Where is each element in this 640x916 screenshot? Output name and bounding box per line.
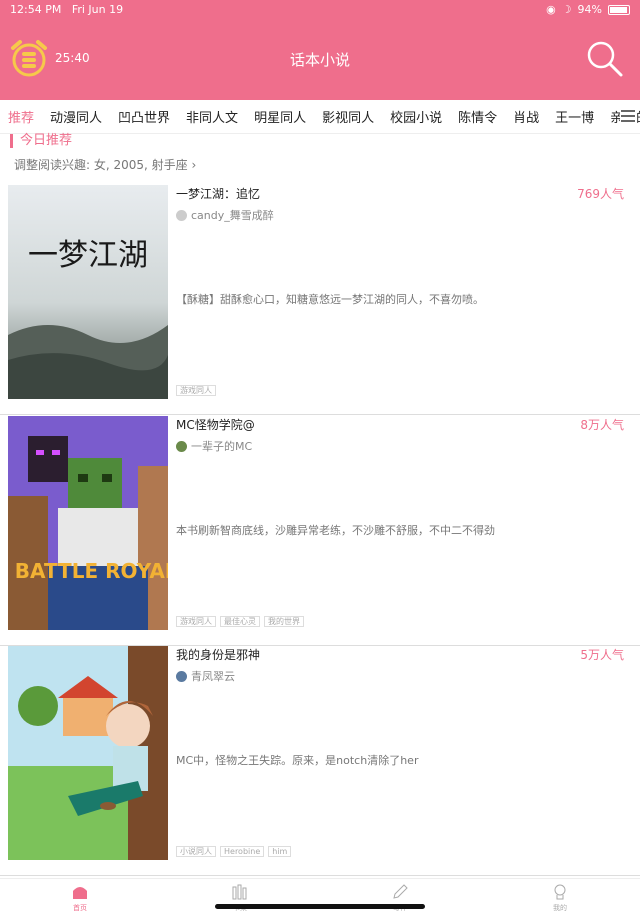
author-row[interactable]: candy_舞雪成醉 [176,207,274,223]
author-row[interactable]: 青凤翠云 [176,668,235,684]
author-name: candy_舞雪成醉 [191,209,274,222]
author-row[interactable]: 一辈子的MC [176,438,252,454]
moon-icon: ☽ [561,3,572,16]
tab-recommend[interactable]: 推荐 [0,107,42,126]
popularity-count: 769人气 [577,187,624,201]
book-card[interactable]: 我的身份是邪神 5万人气 青凤翠云 MC中，怪物之王失踪。原来，是notch清除… [0,646,640,876]
tag[interactable]: Herobine [220,846,265,857]
book-title: 我的身份是邪神 [176,648,261,662]
nav-home[interactable]: 首页 [50,883,110,913]
tag-list: 小说同人 Herobine him [176,846,292,857]
section-title: 今日推荐 [10,134,72,148]
author-avatar [176,209,187,221]
tab-aotu-world[interactable]: 凹凸世界 [110,107,178,126]
cover-title-text: BATTLE ROYALE [15,559,168,583]
popularity-count: 5万人气 [580,648,624,662]
home-indicator [215,904,425,909]
book-card[interactable]: 一梦江湖 一梦江湖：追忆 769人气 candy_舞雪成醉 【酥糖】甜酥愈心口，… [0,185,640,415]
book-title: MC怪物学院@ [176,418,255,432]
battery-percent: 94% [577,3,602,16]
cover-title-text: 一梦江湖 [28,238,148,273]
tag[interactable]: him [268,846,292,857]
status-indicators: ◉ ☽ 94% [546,3,630,16]
author-avatar [176,440,187,452]
tab-anime-fanfic[interactable]: 动漫同人 [42,107,110,126]
tag[interactable]: 游戏同人 [176,385,216,396]
page-title: 话本小说 [289,51,350,69]
tab-celebrity-fanfic[interactable]: 明星同人 [246,107,314,126]
nav-label: 我的 [553,904,567,912]
category-tabs: 推荐 动漫同人 凹凸世界 非同人文 明星同人 影视同人 校园小说 陈情令 肖战 … [0,100,640,134]
tag[interactable]: 我的世界 [264,616,304,627]
nav-label: 首页 [73,904,87,912]
tab-original[interactable]: 非同人文 [178,107,246,126]
tab-campus[interactable]: 校园小说 [382,107,450,126]
pen-icon [393,884,408,899]
bookshelf-icon [232,884,247,900]
author-name: 青凤翠云 [191,670,235,683]
status-time: 12:54 PM Fri Jun 19 [10,3,124,16]
wifi-icon: ◉ [546,3,556,16]
interest-setting-link[interactable]: 调整阅读兴趣: 女, 2005, 射手座 › [14,156,196,173]
book-card[interactable]: BATTLE ROYALE MC怪物学院@ 8万人气 一辈子的MC 本书刷新智商… [0,416,640,646]
search-icon[interactable] [586,40,624,78]
tag-list: 游戏同人 [176,385,216,396]
popularity-count: 8万人气 [580,418,624,432]
tag[interactable]: 小说同人 [176,846,216,857]
book-description: MC中，怪物之王失踪。原来，是notch清除了her [176,754,419,767]
tab-tv-fanfic[interactable]: 影视同人 [314,107,382,126]
book-cover: BATTLE ROYALE [8,416,168,630]
book-cover: 一梦江湖 [8,185,168,399]
tab-wang-yibo[interactable]: 王一博 [547,107,602,126]
tag[interactable]: 最佳心灵 [220,616,260,627]
tab-chen-qing-ling[interactable]: 陈情令 [450,107,505,126]
tab-xiao-zhan[interactable]: 肖战 [505,107,547,126]
author-avatar [176,670,187,682]
app-header: 12:54 PM Fri Jun 19 ◉ ☽ 94% 25:40 话本小说 [0,0,640,100]
book-title: 一梦江湖：追忆 [176,187,261,201]
book-description: 本书刷新智商底线，沙雕异常老练，不沙雕不舒服，不中二不得劲 [176,524,495,537]
home-icon [73,887,87,899]
book-description: 【酥糖】甜酥愈心口，知糖意悠远一梦江湖的同人，不喜勿喷。 [176,293,484,306]
profile-icon [554,884,566,900]
menu-icon[interactable] [620,108,636,124]
bottom-nav: 首页 书架 写作 我的 [0,878,640,916]
tag-list: 游戏同人 最佳心灵 我的世界 [176,616,304,627]
status-bar: 12:54 PM Fri Jun 19 ◉ ☽ 94% [0,0,640,20]
book-cover [8,646,168,860]
nav-profile[interactable]: 我的 [530,883,590,913]
tag[interactable]: 游戏同人 [176,616,216,627]
author-name: 一辈子的MC [191,440,253,453]
battery-icon [608,4,630,15]
